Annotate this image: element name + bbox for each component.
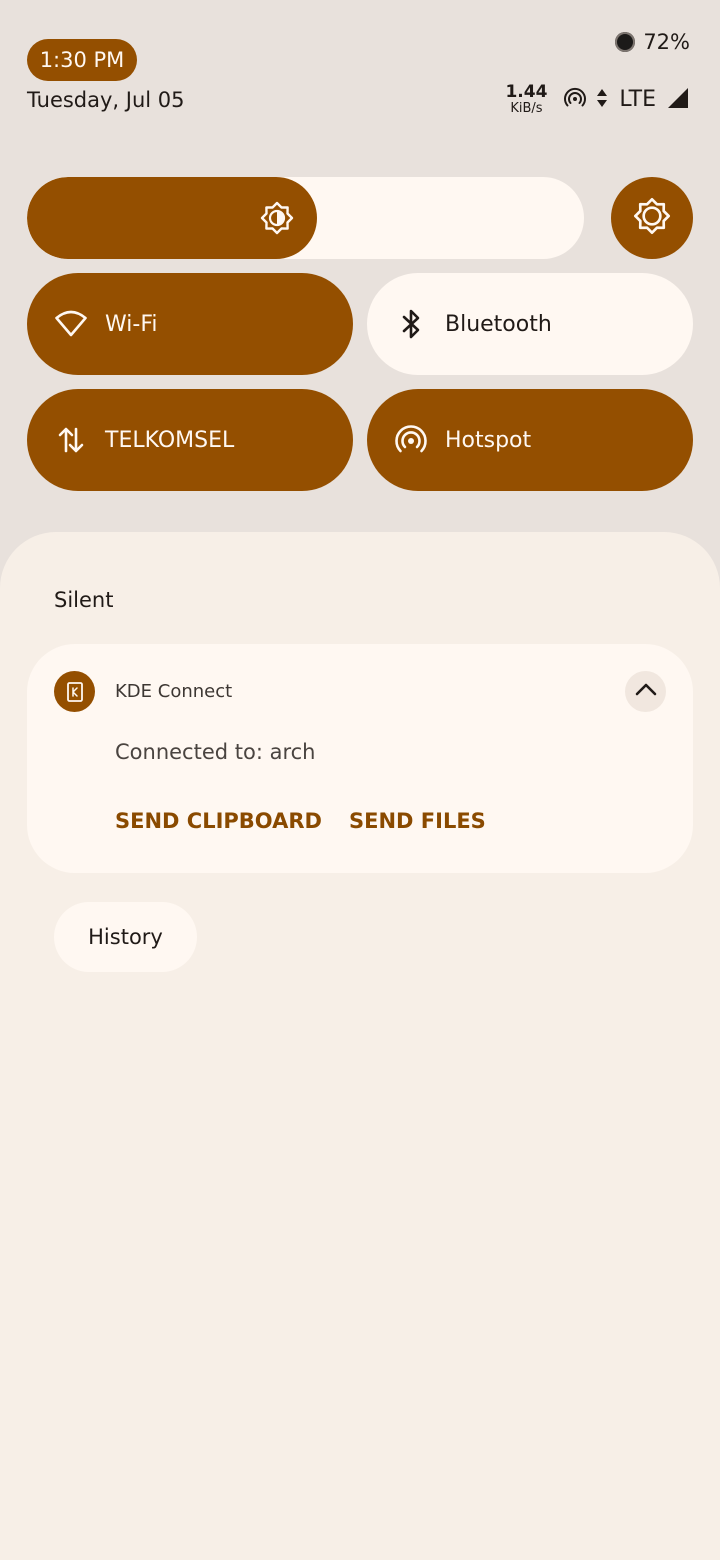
clock-time: 1:30 PM bbox=[39, 48, 125, 72]
send-files-button[interactable]: SEND FILES bbox=[349, 809, 486, 833]
section-header-silent: Silent bbox=[54, 588, 114, 612]
mobile-data-icon bbox=[53, 422, 89, 458]
tile-hotspot[interactable]: Hotspot bbox=[367, 389, 693, 491]
history-button[interactable]: History bbox=[54, 902, 197, 972]
send-clipboard-button[interactable]: SEND CLIPBOARD bbox=[115, 809, 322, 833]
tile-wifi[interactable]: Wi-Fi bbox=[27, 273, 353, 375]
tile-mobile-data[interactable]: TELKOMSEL bbox=[27, 389, 353, 491]
bluetooth-icon bbox=[393, 306, 429, 342]
clock-chip[interactable]: 1:30 PM bbox=[27, 39, 137, 81]
signal-icon bbox=[666, 86, 690, 114]
brightness-icon bbox=[259, 200, 295, 236]
chevron-up-icon bbox=[633, 677, 659, 707]
network-speed: 1.44 KiB/s bbox=[505, 82, 548, 116]
notification-card-kde-connect[interactable]: KDE Connect Connected to: arch SEND CLIP… bbox=[27, 644, 693, 873]
tile-bluetooth[interactable]: Bluetooth bbox=[367, 273, 693, 375]
notification-text: Connected to: arch bbox=[115, 740, 316, 764]
network-type: LTE bbox=[619, 87, 656, 112]
brightness-slider[interactable] bbox=[27, 177, 584, 259]
tile-mobile-data-label: TELKOMSEL bbox=[105, 427, 235, 453]
hotspot-icon bbox=[393, 422, 429, 458]
date-label[interactable]: Tuesday, Jul 05 bbox=[27, 88, 185, 112]
notification-app-name: KDE Connect bbox=[115, 681, 233, 702]
kde-connect-icon bbox=[54, 671, 95, 712]
history-button-label: History bbox=[88, 925, 163, 949]
auto-brightness-button[interactable] bbox=[611, 177, 693, 259]
tile-bluetooth-label: Bluetooth bbox=[445, 311, 552, 337]
battery-percent: 72% bbox=[643, 30, 690, 54]
tile-hotspot-label: Hotspot bbox=[445, 427, 532, 453]
network-speed-unit: KiB/s bbox=[510, 101, 543, 116]
battery-status: 72% bbox=[615, 30, 690, 54]
tile-wifi-label: Wi-Fi bbox=[105, 311, 158, 337]
hotspot-status-icon bbox=[563, 86, 587, 114]
brightness-settings-icon bbox=[632, 196, 672, 240]
battery-icon bbox=[615, 32, 636, 52]
collapse-notification-button[interactable] bbox=[625, 671, 666, 712]
wifi-icon bbox=[53, 306, 89, 342]
network-speed-value: 1.44 bbox=[505, 82, 548, 102]
network-status: 1.44 KiB/s LTE bbox=[505, 84, 690, 115]
data-activity-icon bbox=[595, 86, 609, 114]
